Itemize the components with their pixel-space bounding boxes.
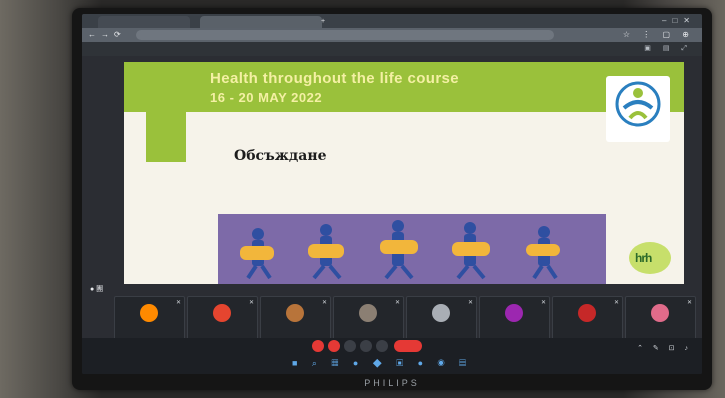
mic-muted-icon: ✕ <box>686 300 692 306</box>
camera-button[interactable] <box>328 340 340 352</box>
new-tab-icon[interactable]: + <box>318 16 328 28</box>
view-options-icon[interactable]: ▣ ▤ ⤢ <box>644 44 692 53</box>
participant-strip: ✕ ✕ ✕ ✕ ✕ ✕ ✕ ✕ <box>114 296 698 340</box>
mic-muted-icon: ✕ <box>613 300 619 306</box>
monitor-brand: PHILIPS <box>364 378 420 388</box>
taskbar-apps-icon[interactable]: ■ ⌕ ▦ ● ◆ ▣ ● ◉ ▤ <box>292 358 472 369</box>
mic-muted-icon: ✕ <box>467 300 473 306</box>
participant-tile[interactable]: ✕ <box>333 296 404 340</box>
conference-logo <box>606 76 670 142</box>
avatar <box>432 304 450 322</box>
leave-button[interactable] <box>394 340 422 352</box>
slide-green-accent <box>146 112 186 162</box>
monitor: + –□✕ ←→⟳ ☆ ⋮ ▢ ⊕ ▣ ▤ ⤢ Health throughou… <box>72 8 712 390</box>
avatar <box>505 304 523 322</box>
share-status: ● 團 <box>90 286 104 293</box>
mic-muted-icon: ✕ <box>175 300 181 306</box>
mic-muted-icon: ✕ <box>540 300 546 306</box>
screen: + –□✕ ←→⟳ ☆ ⋮ ▢ ⊕ ▣ ▤ ⤢ Health throughou… <box>82 14 702 374</box>
url-input[interactable] <box>136 30 554 40</box>
react-button[interactable] <box>360 340 372 352</box>
avatar <box>578 304 596 322</box>
browser-tabbar: + –□✕ <box>82 14 702 28</box>
avatar <box>286 304 304 322</box>
participant-tile[interactable]: ✕ <box>552 296 623 340</box>
avatar <box>213 304 231 322</box>
mic-button[interactable] <box>312 340 324 352</box>
hrh-badge: hrh <box>629 242 671 274</box>
slide-heading: Обсъждане <box>234 148 327 164</box>
meeting-header: ▣ ▤ ⤢ <box>82 42 702 56</box>
avatar <box>359 304 377 322</box>
slide-title: Health throughout the life course <box>210 70 460 87</box>
participant-tile[interactable]: ✕ <box>260 296 331 340</box>
nav-buttons-icon[interactable]: ←→⟳ <box>88 30 126 39</box>
avatar <box>140 304 158 322</box>
more-button[interactable] <box>376 340 388 352</box>
mic-muted-icon: ✕ <box>394 300 400 306</box>
tab-active[interactable] <box>200 16 322 28</box>
shared-slide: Health throughout the life course 16 - 2… <box>124 62 684 284</box>
system-tray-icon[interactable]: ⌃ ✎ ⊡ ♪ <box>637 344 692 352</box>
slide-dates: 16 - 20 MAY 2022 <box>210 90 323 105</box>
participant-tile[interactable]: ✕ <box>479 296 550 340</box>
window-controls-icon[interactable]: –□✕ <box>662 16 696 25</box>
mic-muted-icon: ✕ <box>321 300 327 306</box>
participant-tile[interactable]: ✕ <box>114 296 185 340</box>
avatar <box>651 304 669 322</box>
participant-tile[interactable]: ✕ <box>625 296 696 340</box>
share-button[interactable] <box>344 340 356 352</box>
extensions-icon[interactable]: ☆ ⋮ ▢ ⊕ <box>623 30 694 39</box>
participant-tile[interactable]: ✕ <box>187 296 258 340</box>
slide-body <box>356 150 650 158</box>
taskbar: ■ ⌕ ▦ ● ◆ ▣ ● ◉ ▤ ⌃ ✎ ⊡ ♪ <box>82 338 702 374</box>
life-course-illustration <box>218 214 606 284</box>
hrh-badge-text: hrh <box>635 251 652 265</box>
address-bar-row: ←→⟳ ☆ ⋮ ▢ ⊕ <box>82 28 702 42</box>
participant-tile[interactable]: ✕ <box>406 296 477 340</box>
mic-muted-icon: ✕ <box>248 300 254 306</box>
tab-left[interactable] <box>98 16 190 28</box>
